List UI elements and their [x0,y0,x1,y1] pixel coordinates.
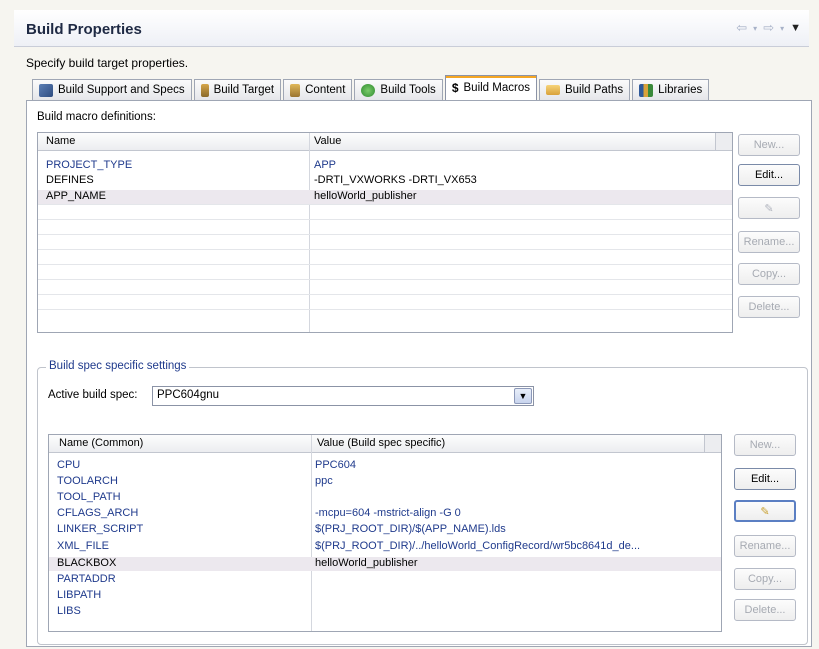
macro-new-button[interactable]: New... [738,134,800,156]
tab-label: Build Paths [564,84,624,96]
forward-arrow-icon[interactable]: ⇨ [763,20,774,36]
pencil-icon: ✎ [764,202,774,215]
spec-name[interactable]: CPU [57,459,80,471]
view-menu-icon[interactable]: ▼ [790,22,801,34]
column-header-value-spec[interactable]: Value (Build spec specific) [317,437,445,449]
target-icon [200,83,209,97]
spec-name[interactable]: TOOLARCH [57,475,118,487]
macro-copy-button[interactable]: Copy... [738,263,800,285]
macro-name[interactable]: PROJECT_TYPE [46,159,132,171]
macro-value[interactable]: -DRTI_VXWORKS -DRTI_VX653 [314,174,477,186]
build-spec-group: Build spec specific settings Active buil… [37,360,808,645]
spec-name[interactable]: LIBS [57,605,81,617]
spec-name[interactable]: LIBPATH [57,589,101,601]
chevron-down-icon[interactable]: ▼ [514,388,532,404]
spec-edit-button[interactable]: Edit... [734,468,796,490]
spec-value[interactable]: $(PRJ_ROOT_DIR)/$(APP_NAME).lds [315,523,506,535]
tab-build-paths[interactable]: Build Paths [538,79,631,100]
back-arrow-icon[interactable]: ⇦ [736,20,747,36]
tools-icon [361,83,376,97]
tab-build-macros[interactable]: $ Build Macros [444,75,537,100]
column-divider [309,133,310,332]
macro-edit-button[interactable]: Edit... [738,164,800,186]
tab-label: Build Target [213,84,275,96]
column-header-name[interactable]: Name [46,135,75,147]
spec-name[interactable]: CFLAGS_ARCH [57,507,138,519]
active-build-spec-select[interactable]: PPC604gnu ▼ [152,386,534,406]
column-header-name-common[interactable]: Name (Common) [59,437,143,449]
spec-value[interactable]: -mcpu=604 -mstrict-align -G 0 [315,507,461,519]
macro-edit-value-button[interactable]: ✎ [738,197,800,219]
forward-dropdown-icon[interactable]: ▾ [780,24,784,33]
macro-name[interactable]: APP_NAME [46,190,106,202]
page-title: Build Properties [26,21,142,38]
editor-header: Build Properties ⇦ ▾ ⇨ ▾ ▼ [14,10,809,47]
tab-build-tools[interactable]: Build Tools [354,79,443,100]
spec-new-button[interactable]: New... [734,434,796,456]
spec-name[interactable]: LINKER_SCRIPT [57,523,143,535]
spec-name[interactable]: XML_FILE [57,540,109,552]
spec-value[interactable]: PPC604 [315,459,356,471]
spec-delete-button[interactable]: Delete... [734,599,796,621]
build-macros-panel: Build macro definitions: Name Value PROJ… [26,100,812,647]
back-dropdown-icon[interactable]: ▾ [753,24,757,33]
header-corner [704,435,721,452]
column-divider [311,435,312,631]
tab-build-target[interactable]: Build Target [193,79,282,100]
folder-icon [545,85,560,95]
macro-value[interactable]: helloWorld_publisher [314,190,417,202]
content-icon [290,83,301,97]
spec-copy-button[interactable]: Copy... [734,568,796,590]
spec-value[interactable]: $(PRJ_ROOT_DIR)/../helloWorld_ConfigReco… [315,540,703,552]
spec-table: Name (Common) Value (Build spec specific… [48,434,722,632]
macro-table: Name Value PROJECT_TYPE APP DEFINES -DRT… [37,132,733,333]
tab-label: Libraries [658,84,703,96]
spec-name[interactable]: PARTADDR [57,573,116,585]
active-build-spec-label: Active build spec: [48,389,138,401]
macro-name[interactable]: DEFINES [46,174,94,186]
tab-label: Build Macros [463,82,530,94]
active-build-spec-value: PPC604gnu [157,389,220,401]
spec-value[interactable]: helloWorld_publisher [315,557,418,569]
tab-label: Build Tools [380,84,436,96]
macro-rename-button[interactable]: Rename... [738,231,800,253]
macro-definitions-label: Build macro definitions: [37,111,156,123]
spec-edit-value-button[interactable]: ✎ [734,500,796,522]
build-spec-legend: Build spec specific settings [46,360,190,372]
macro-delete-button[interactable]: Delete... [738,296,800,318]
tab-build-support[interactable]: Build Support and Specs [32,79,192,100]
macro-value[interactable]: APP [314,159,336,171]
tab-content[interactable]: Content [283,79,353,100]
spec-name[interactable]: BLACKBOX [57,557,116,569]
pencil-icon: ✎ [760,505,770,518]
spec-rename-button[interactable]: Rename... [734,535,796,557]
wrench-icon [39,83,53,97]
column-header-value[interactable]: Value [314,135,341,147]
header-corner [715,133,732,150]
table-header: Name (Common) Value (Build spec specific… [49,435,721,453]
tab-bar: Build Support and Specs Build Target Con… [32,75,711,100]
spec-name[interactable]: TOOL_PATH [57,491,121,503]
tab-libraries[interactable]: Libraries [632,79,710,100]
history-nav: ⇦ ▾ ⇨ ▾ ▼ [736,20,801,36]
tab-label: Content [305,84,346,96]
tab-label: Build Support and Specs [58,84,185,96]
page-description: Specify build target properties. [26,56,189,70]
books-icon [639,83,654,97]
table-header: Name Value [38,133,732,151]
dollar-icon: $ [451,81,459,95]
spec-value[interactable]: ppc [315,475,333,487]
